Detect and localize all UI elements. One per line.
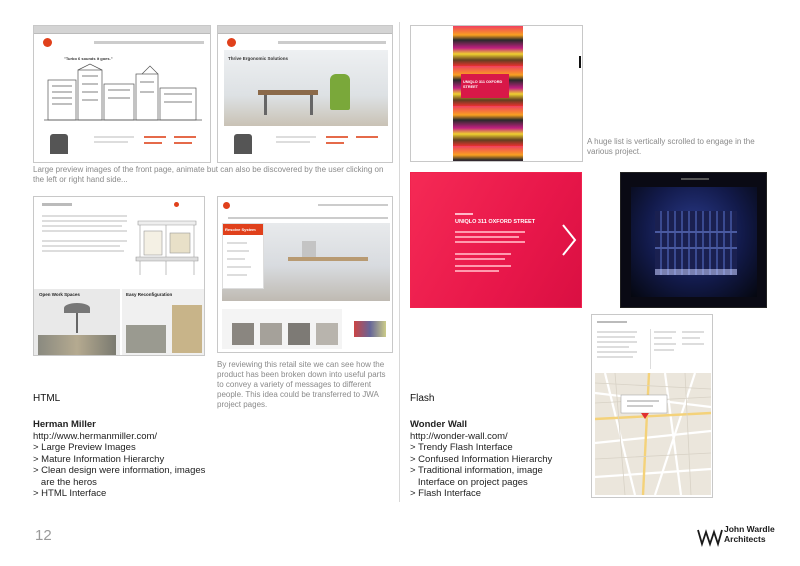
right-site-title: Wonder Wall: [410, 419, 467, 430]
logo-line-2: Architects: [724, 534, 766, 544]
right-bullet: > Traditional information, image: [410, 465, 543, 476]
right-description: Wonder Wall http://wonder-wall.com/ > Tr…: [410, 419, 552, 500]
tile-open-work-spaces: Open Work Spaces: [34, 289, 120, 355]
column-divider: [399, 22, 400, 502]
tile-title: Open Work Spaces: [39, 292, 80, 297]
ww-night-building-screenshot: [620, 172, 767, 308]
tile-easy-reconfiguration: Easy Reconfiguration: [122, 289, 204, 355]
building-image: [655, 211, 737, 275]
hm-preview-caption: Large preview images of the front page, …: [33, 165, 384, 184]
hm-homepage-screenshot-2: Thrive Ergonomic Solutions: [217, 25, 393, 163]
left-bullet: > Mature Information Hierarchy: [33, 453, 165, 465]
desk-image: [258, 90, 318, 95]
left-bullet: > Clean design were information, images: [33, 465, 206, 476]
panel-title: Resolve System: [223, 224, 263, 235]
right-bullet: > Confused Information Hierarchy: [410, 453, 553, 465]
hm-logo-icon: [223, 202, 230, 209]
hm-product-screenshot: Open Work Spaces Easy Reconfiguration: [33, 196, 205, 356]
browser-chrome: [218, 26, 392, 34]
hm-retail-screenshot: Resolve System: [217, 196, 393, 353]
left-site-url: http://www.hermanmiller.com/: [33, 430, 158, 442]
office-photo: [224, 50, 388, 126]
right-bullet: > Trendy Flash Interface: [410, 442, 513, 453]
resolve-panel: Resolve System: [222, 223, 264, 289]
hm-logo-icon: [227, 38, 236, 47]
left-description: Herman Miller http://www.hermanmiller.co…: [33, 419, 205, 500]
workstation-render: [135, 220, 199, 275]
right-bullet: Interface on project pages: [410, 476, 528, 488]
ww-scroll-screenshot: UNIQLO 311 OXFORD STREET: [410, 25, 583, 162]
hm-hero-text: Thrive Ergonomic Solutions: [228, 56, 289, 61]
hm-hero-text: "Turbo 6 sounds it goes.": [64, 56, 113, 61]
right-section-heading: Flash: [410, 393, 435, 404]
left-bullet: > HTML Interface: [33, 488, 107, 499]
hm-logo-icon: [43, 38, 52, 47]
ww-scroll-caption: A huge list is vertically scrolled to en…: [587, 137, 755, 156]
left-section-heading: HTML: [33, 393, 61, 404]
hm-homepage-screenshot-1: "Turbo 6 sounds it goes.": [33, 25, 211, 163]
left-site-title: Herman Miller: [33, 419, 96, 430]
jwa-logo-icon: [697, 529, 723, 548]
hm-retail-caption: By reviewing this retail site we can see…: [217, 360, 386, 409]
chair-image: [50, 134, 68, 154]
location-map[interactable]: [595, 373, 711, 495]
chevron-right-icon[interactable]: [561, 223, 577, 257]
page-number: 12: [35, 527, 52, 544]
jwa-logo-text: John Wardle Architects: [724, 524, 775, 544]
browser-chrome: [34, 26, 210, 34]
ww-map-screenshot: [591, 314, 713, 498]
left-bullet: are the heros: [33, 476, 97, 488]
green-chair-image: [330, 74, 350, 110]
ww-project-title: UNIQLO 311 OXFORD STREET: [455, 219, 536, 225]
ww-pink-project-screenshot: UNIQLO 311 OXFORD STREET: [410, 172, 582, 308]
tile-title: Easy Reconfiguration: [126, 292, 173, 297]
sketch-illustration: [44, 63, 202, 121]
ww-strip-title: UNIQLO 311 OXFORD STREET: [463, 80, 503, 89]
promo-thumbnail: [354, 321, 386, 337]
thumbnail-strip: [222, 309, 342, 349]
logo-line-1: John Wardle: [724, 524, 775, 534]
left-bullet: > Large Preview Images: [33, 442, 136, 453]
right-site-url: http://wonder-wall.com/: [410, 430, 508, 442]
right-bullet: > Flash Interface: [410, 488, 482, 499]
